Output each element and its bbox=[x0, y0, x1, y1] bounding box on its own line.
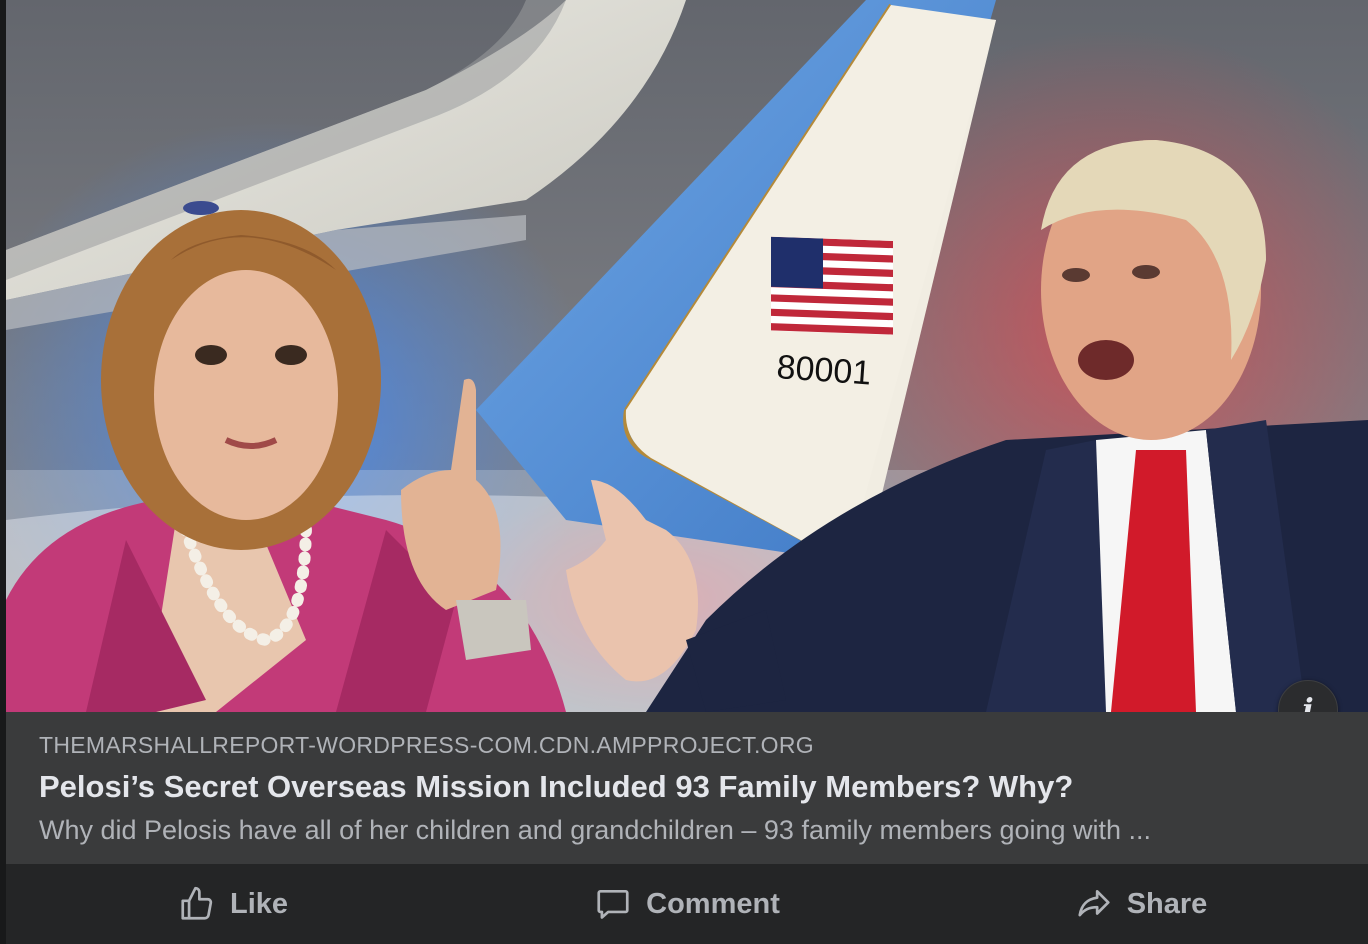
link-domain: THEMARSHALLREPORT-WORDPRESS-COM.CDN.AMPP… bbox=[39, 732, 814, 758]
comment-bubble-icon bbox=[597, 889, 629, 919]
post-card: 80001 i THEMARSHALLREPORT-WORDPRESS-COM.… bbox=[6, 0, 1368, 944]
link-description: Why did Pelosis have all of her children… bbox=[39, 815, 1152, 845]
link-preview-image[interactable]: 80001 i bbox=[6, 0, 1368, 712]
comment-button[interactable]: Comment bbox=[460, 864, 914, 944]
preview-illustration: 80001 bbox=[6, 0, 1368, 712]
share-button[interactable]: Share bbox=[914, 864, 1368, 944]
like-label: Like bbox=[229, 887, 289, 920]
comment-label: Comment bbox=[646, 887, 780, 920]
info-icon: i bbox=[1302, 692, 1314, 713]
link-title[interactable]: Pelosi’s Secret Overseas Mission Include… bbox=[39, 769, 1073, 805]
like-button[interactable]: Like bbox=[6, 864, 460, 944]
thumbs-up-icon bbox=[181, 886, 213, 920]
post-action-bar: Like Comment Share bbox=[6, 864, 1368, 944]
link-preview-meta[interactable]: THEMARSHALLREPORT-WORDPRESS-COM.CDN.AMPP… bbox=[6, 712, 1368, 864]
tail-number-text: 80001 bbox=[775, 348, 872, 393]
share-label: Share bbox=[1126, 887, 1208, 920]
share-arrow-icon bbox=[1078, 889, 1110, 917]
